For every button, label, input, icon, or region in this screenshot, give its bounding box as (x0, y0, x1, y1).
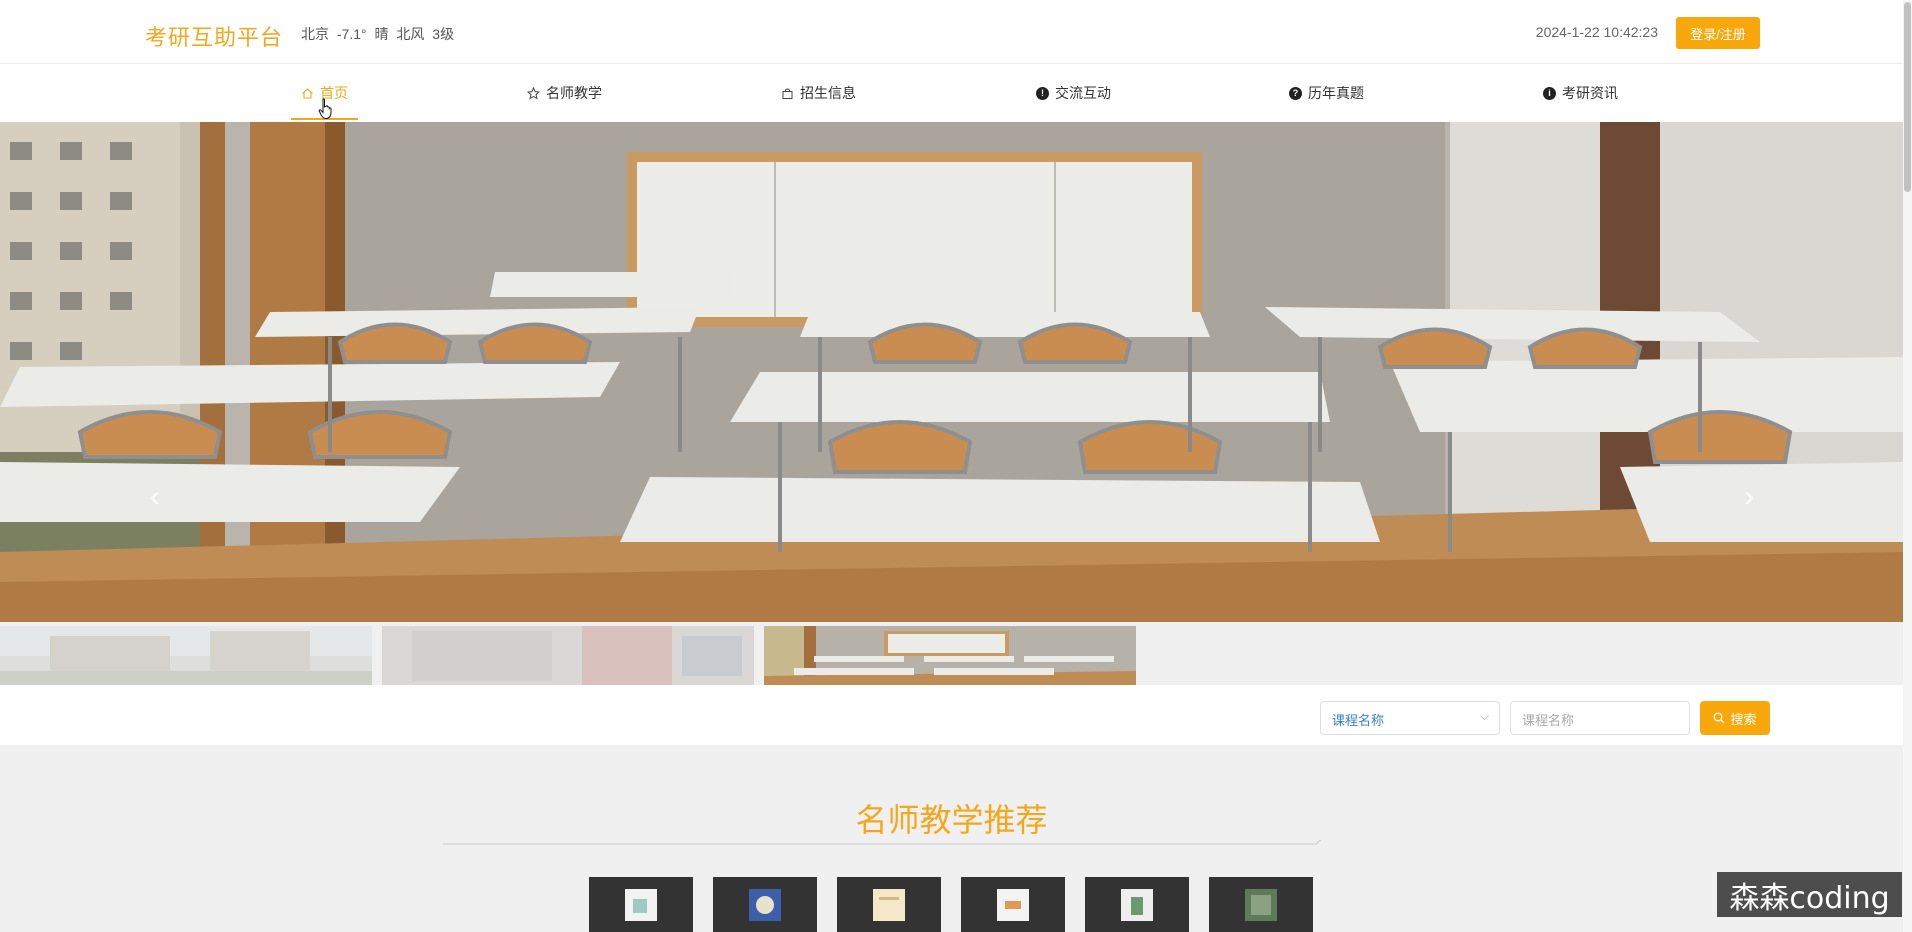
carousel-thumb[interactable] (382, 626, 754, 685)
book-cover-icon (1121, 889, 1153, 921)
main-nav: 首页 名师教学 招生信息 ! 交流互动 ? 历年真题 i 考研资讯 (0, 64, 1903, 122)
book-cover-icon (1245, 889, 1277, 921)
nav-item-label: 交流互动 (1055, 85, 1111, 101)
book-cover-icon (749, 889, 781, 921)
chevron-down-icon: ⌵ (1479, 709, 1489, 723)
nav-item-label: 历年真题 (1308, 85, 1364, 101)
chevron-right-icon: › (1744, 480, 1754, 513)
login-register-button[interactable]: 登录/注册 (1676, 17, 1760, 49)
search-icon (1714, 712, 1725, 724)
nav-item-admissions[interactable]: 招生信息 (771, 64, 866, 122)
bag-icon (781, 87, 794, 100)
search-button-label: 搜索 (1730, 711, 1757, 727)
course-card[interactable] (713, 877, 817, 932)
classroom-image (0, 122, 1903, 622)
section-title: 名师教学推荐 (855, 802, 1048, 838)
search-input[interactable]: 课程名称 (1510, 701, 1690, 735)
nav-item-label: 招生信息 (800, 85, 856, 101)
course-card[interactable] (837, 877, 941, 932)
nav-item-teachers[interactable]: 名师教学 (517, 64, 612, 122)
top-header: 考研互助平台 北京 -7.1° 晴 北风 3级 2024-1-22 10:42:… (0, 0, 1903, 64)
carousel-next-button[interactable]: › (1734, 472, 1764, 522)
book-cover-icon (997, 889, 1029, 921)
nav-item-past-papers[interactable]: ? 历年真题 (1279, 64, 1374, 122)
search-bar: 课程名称 ⌵ 课程名称 搜索 (0, 685, 1903, 745)
chevron-left-icon: ‹ (150, 480, 160, 513)
star-icon (527, 86, 540, 100)
page-scrollbar[interactable] (1903, 0, 1912, 932)
current-datetime: 2024-1-22 10:42:23 (1535, 24, 1658, 40)
hand-cursor-icon (318, 98, 332, 119)
course-card[interactable] (961, 877, 1065, 932)
book-cover-icon (873, 889, 905, 921)
nav-item-label: 名师教学 (546, 85, 602, 101)
banner-carousel[interactable]: ‹ › (0, 122, 1903, 622)
course-card[interactable] (1085, 877, 1189, 932)
scrollbar-thumb[interactable] (1904, 2, 1911, 192)
search-placeholder: 课程名称 (1522, 713, 1575, 728)
course-card[interactable] (1209, 877, 1313, 932)
info-icon: ! (1036, 86, 1049, 100)
nav-item-exchange[interactable]: ! 交流互动 (1026, 64, 1121, 122)
search-field-select[interactable]: 课程名称 ⌵ (1320, 701, 1500, 735)
nav-item-label: 考研资讯 (1562, 85, 1618, 101)
nav-item-news[interactable]: i 考研资讯 (1533, 64, 1628, 122)
select-value: 课程名称 (1332, 713, 1385, 728)
book-cover-icon (625, 889, 657, 921)
search-button[interactable]: 搜索 (1700, 701, 1770, 735)
teacher-cards (589, 877, 1313, 932)
question-icon: ? (1289, 86, 1302, 100)
home-icon (301, 87, 314, 100)
carousel-thumbnails (0, 626, 1136, 685)
info-icon: i (1543, 86, 1556, 100)
course-card[interactable] (589, 877, 693, 932)
weather-info: 北京 -7.1° 晴 北风 3级 (301, 26, 455, 42)
carousel-thumb[interactable] (0, 626, 372, 685)
carousel-thumb-active[interactable] (764, 626, 1136, 685)
site-logo[interactable]: 考研互助平台 (145, 20, 283, 52)
watermark: 森森coding (1717, 872, 1902, 917)
carousel-prev-button[interactable]: ‹ (140, 472, 170, 522)
title-underline (443, 840, 1322, 845)
